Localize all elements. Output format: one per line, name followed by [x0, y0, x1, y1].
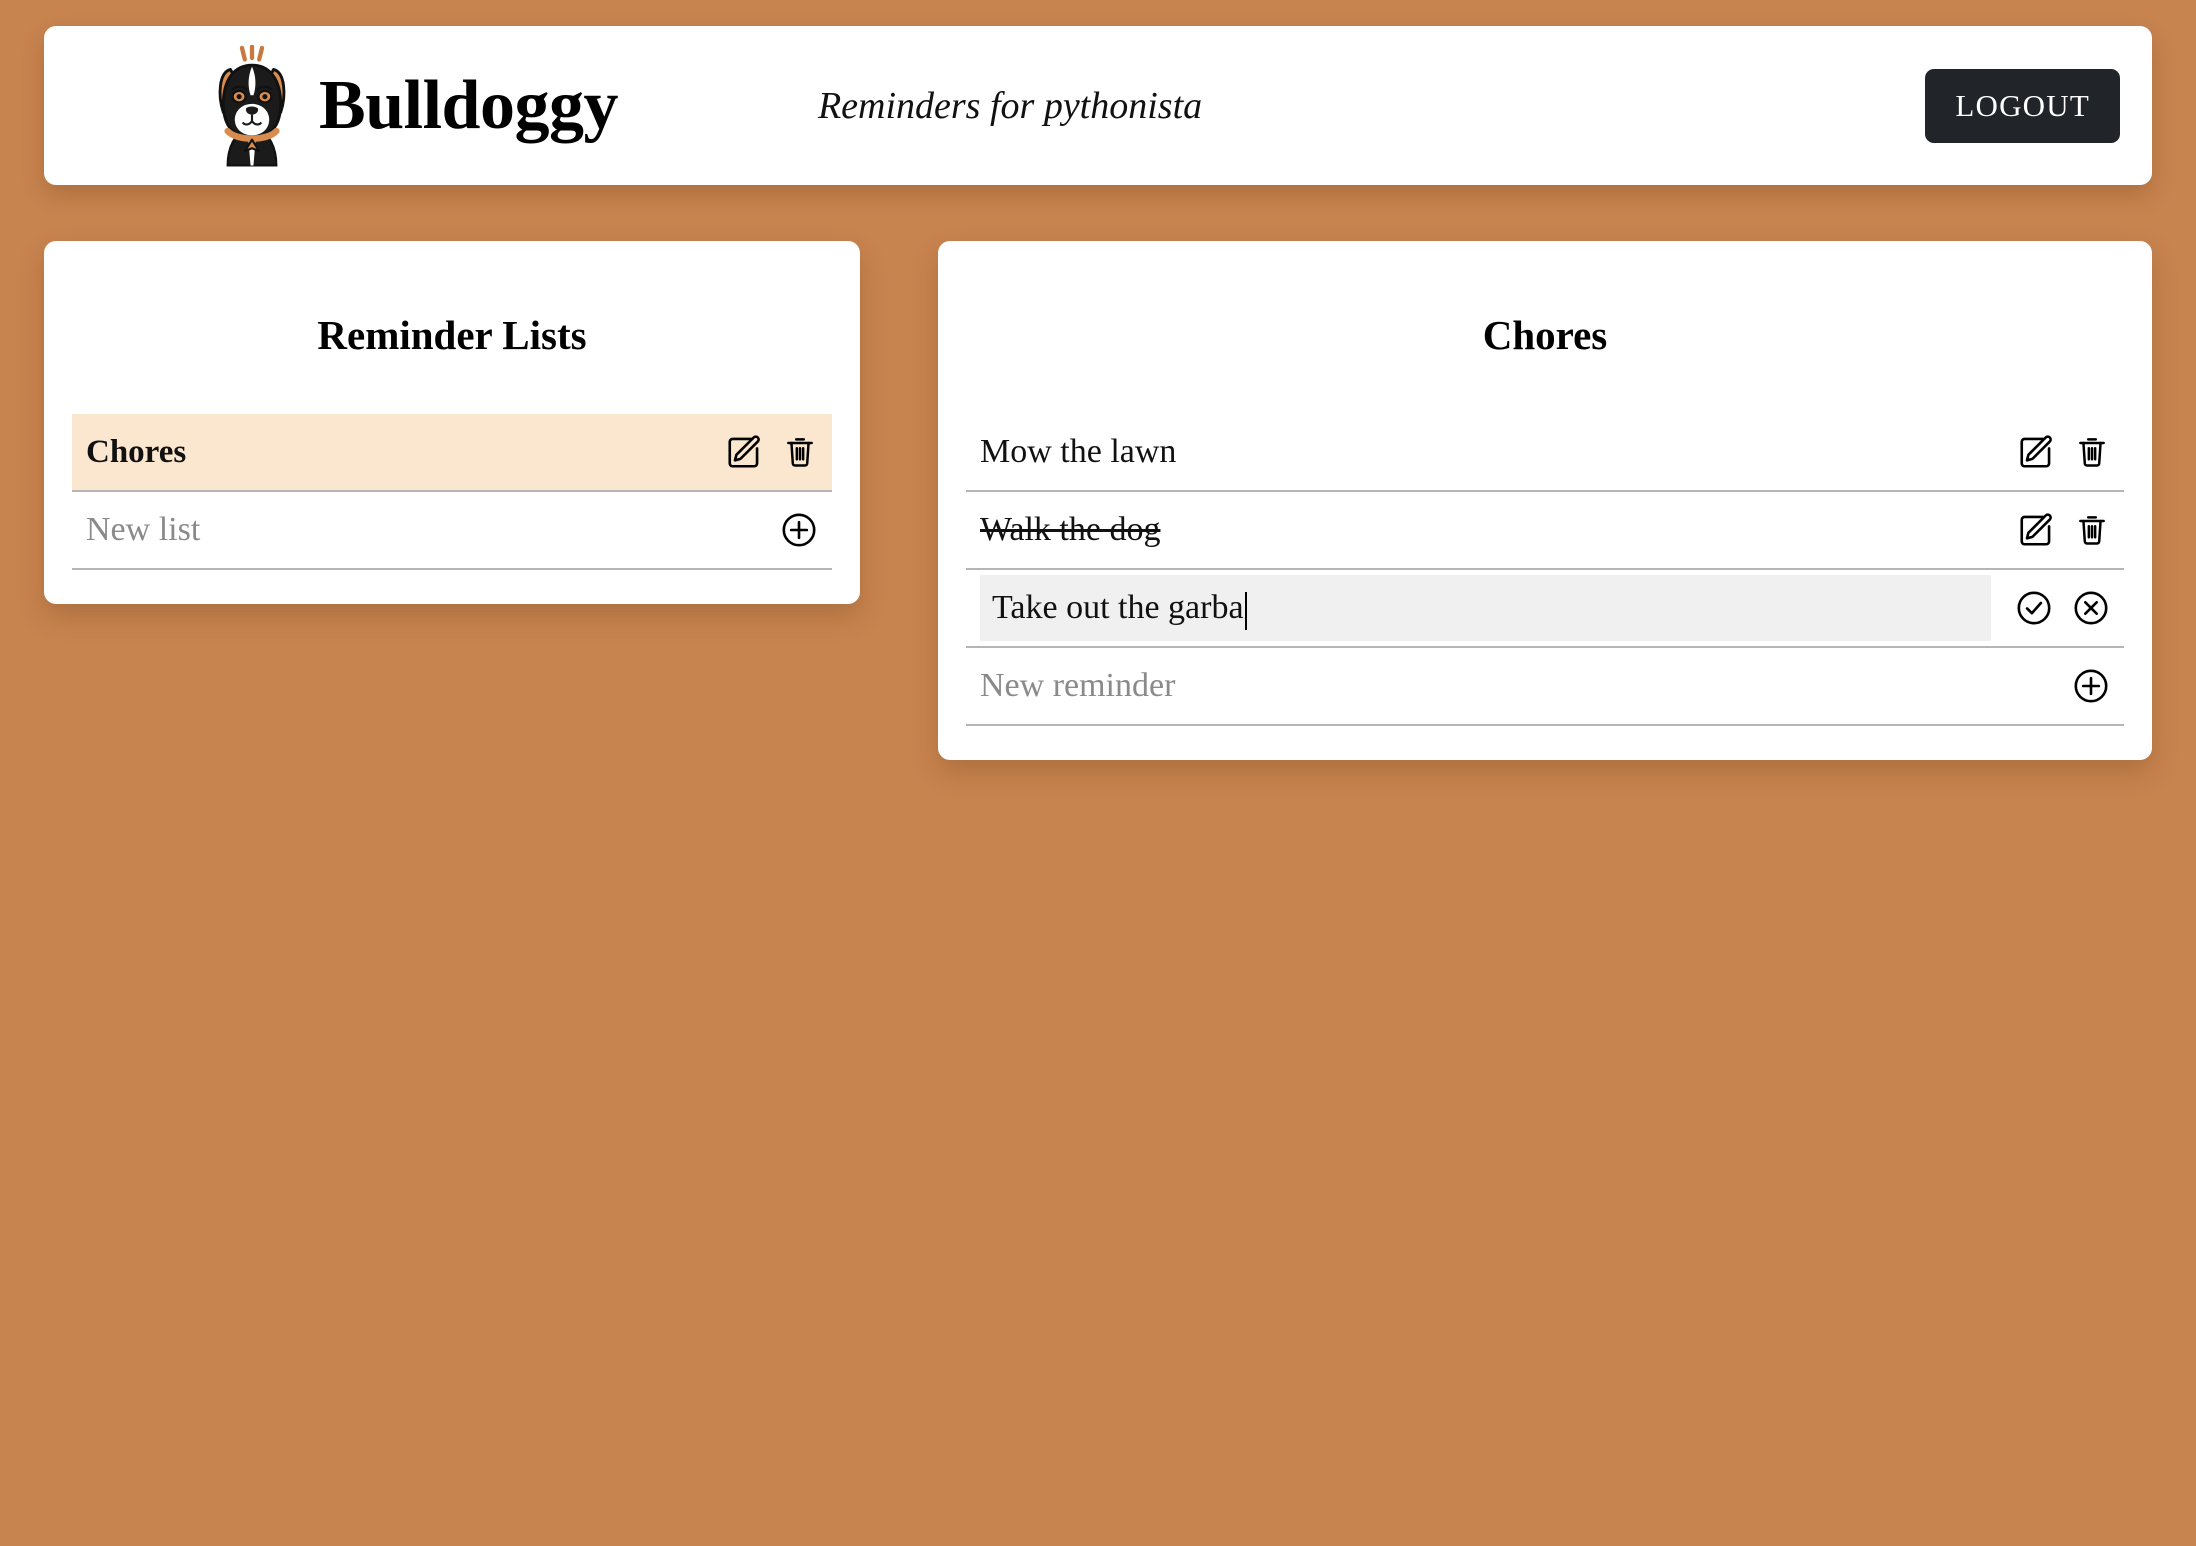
- tagline: Reminders for pythonista: [817, 84, 1203, 127]
- reminders-title: Chores: [1482, 312, 1608, 358]
- logout-button[interactable]: LOGOUT: [1925, 68, 2120, 143]
- edit-icon[interactable]: [2017, 511, 2055, 549]
- list-item-actions: [725, 433, 818, 471]
- reminder-label: Mow the lawn: [980, 435, 1177, 470]
- main-columns: Reminder Lists Chores New list Chores Mo…: [44, 241, 2152, 761]
- text-cursor: [1244, 592, 1247, 631]
- reminder-edit-input[interactable]: Take out the garba: [980, 575, 1991, 642]
- list-item[interactable]: Chores: [72, 414, 832, 493]
- new-list-input[interactable]: New list: [86, 513, 762, 547]
- reminder-edit-actions: [2015, 589, 2110, 627]
- cancel-icon[interactable]: [2072, 589, 2110, 627]
- add-icon[interactable]: [2072, 667, 2110, 705]
- reminder-row[interactable]: Walk the dog: [966, 492, 2124, 571]
- edit-icon[interactable]: [2017, 433, 2055, 471]
- new-reminder-actions: [2072, 667, 2110, 705]
- list-item-label: Chores: [86, 435, 187, 469]
- bulldog-logo-icon: [209, 44, 295, 167]
- delete-icon[interactable]: [2074, 434, 2110, 470]
- reminder-label: Walk the dog: [980, 513, 1161, 548]
- add-icon[interactable]: [780, 511, 818, 549]
- reminder-lists-title: Reminder Lists: [317, 312, 587, 358]
- new-reminder-input[interactable]: New reminder: [980, 669, 2054, 703]
- reminders-rows: Mow the lawn Walk the dog Take out the g…: [966, 414, 2124, 727]
- reminder-row[interactable]: Mow the lawn: [966, 414, 2124, 493]
- page-title: Bulldoggy: [319, 66, 618, 144]
- reminder-actions: [2017, 433, 2110, 471]
- reminder-row-editing[interactable]: Take out the garba: [966, 570, 2124, 649]
- reminder-edit-value: Take out the garba: [992, 589, 1244, 627]
- delete-icon[interactable]: [782, 434, 818, 470]
- reminder-lists-card: Reminder Lists Chores New list: [44, 241, 860, 605]
- brand: Bulldoggy: [209, 44, 618, 167]
- delete-icon[interactable]: [2074, 512, 2110, 548]
- app-root: Bulldoggy Reminders for pythonista LOGOU…: [0, 0, 2196, 1546]
- reminder-actions: [2017, 511, 2110, 549]
- edit-icon[interactable]: [725, 433, 763, 471]
- new-list-row[interactable]: New list: [72, 492, 832, 571]
- reminder-lists-rows: Chores New list: [72, 414, 832, 571]
- new-reminder-row[interactable]: New reminder: [966, 648, 2124, 727]
- new-list-actions: [780, 511, 818, 549]
- confirm-icon[interactable]: [2015, 589, 2053, 627]
- reminders-card: Chores Mow the lawn Walk the dog Take ou…: [938, 241, 2152, 761]
- app-header: Bulldoggy Reminders for pythonista LOGOU…: [44, 26, 2152, 185]
